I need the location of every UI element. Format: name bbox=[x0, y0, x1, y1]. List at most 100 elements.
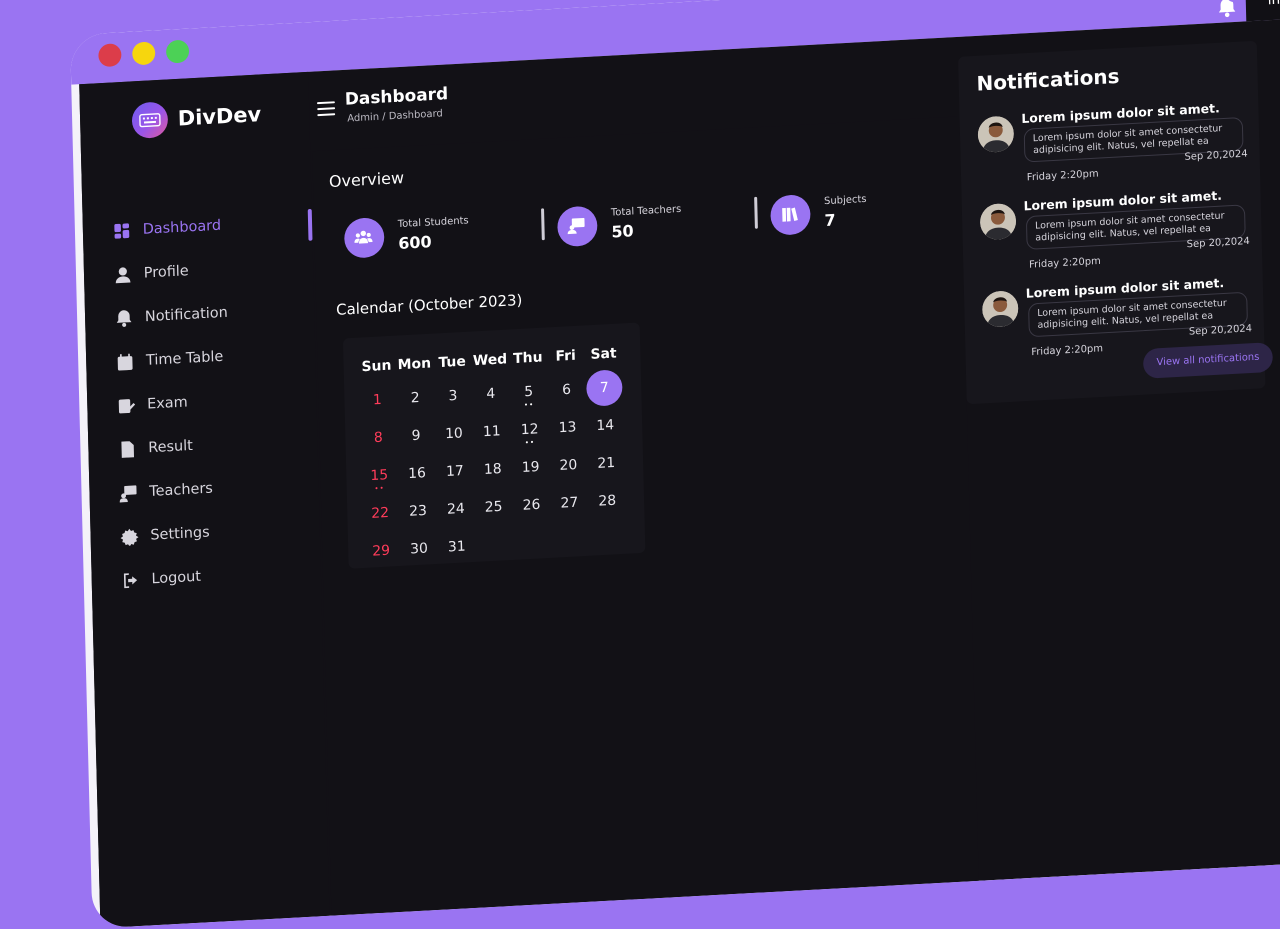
user-name[interactable]: ima bbox=[1268, 0, 1280, 8]
calendar-day-number: 9 bbox=[411, 427, 421, 445]
gear-icon bbox=[120, 528, 139, 547]
calendar-day[interactable]: 15 •• bbox=[361, 457, 398, 495]
calendar-day-number: 21 bbox=[597, 455, 616, 472]
calendar-day-header: Wed bbox=[472, 351, 508, 370]
stat-icon bbox=[343, 216, 385, 259]
keyboard-icon bbox=[139, 113, 161, 128]
notification-time: Friday 2:20pm bbox=[1026, 168, 1099, 184]
calendar-day-number: 25 bbox=[484, 498, 503, 516]
logout-icon bbox=[123, 573, 138, 589]
sidebar-item-label: Notification bbox=[144, 304, 228, 326]
calendar-day[interactable]: 10 bbox=[436, 415, 473, 453]
perspective-scene: DivDev Dashboard Profile Notification Time … bbox=[70, 0, 1280, 929]
calendar-day-number: 10 bbox=[444, 425, 464, 443]
stat-icon bbox=[770, 194, 811, 236]
calendar-day-number: 24 bbox=[446, 500, 465, 518]
sidebar-item-profile[interactable]: Profile bbox=[113, 247, 313, 293]
calendar-day[interactable]: 13 bbox=[549, 409, 586, 447]
calendar-day[interactable]: 23 bbox=[400, 493, 437, 531]
calendar-day[interactable]: 8 bbox=[360, 419, 397, 457]
stat-label: Total Students bbox=[397, 215, 469, 231]
calendar-day[interactable]: 16 bbox=[399, 455, 436, 493]
browser-window: DivDev Dashboard Profile Notification Time … bbox=[70, 0, 1280, 929]
calendar-day[interactable]: 1 bbox=[359, 381, 396, 419]
document-icon bbox=[121, 441, 135, 458]
logo-text: DivDev bbox=[177, 102, 262, 131]
calendar-day-number: 20 bbox=[559, 457, 578, 474]
event-dots-icon: •• bbox=[523, 400, 535, 410]
calendar-day[interactable]: 17 bbox=[437, 453, 474, 491]
sidebar-item-logout[interactable]: Logout bbox=[121, 552, 321, 598]
notification-item[interactable]: Lorem ipsum dolor sit amet. Lorem ipsum d… bbox=[979, 186, 1251, 282]
bell-icon[interactable] bbox=[1216, 0, 1238, 19]
calendar-day-header: Sat bbox=[590, 345, 617, 363]
avatar bbox=[979, 202, 1017, 241]
calendar-day[interactable]: 27 bbox=[551, 484, 588, 522]
sidebar-item-notification[interactable]: Notification bbox=[115, 290, 315, 336]
notification-date: Sep 20,2024 bbox=[1184, 148, 1248, 163]
calendar-day[interactable]: 14 bbox=[587, 407, 624, 445]
calendar-day-number: 23 bbox=[408, 502, 428, 520]
calendar-day[interactable]: 29 bbox=[363, 532, 400, 570]
maximize-window-button[interactable] bbox=[165, 39, 190, 64]
event-dots-icon: •• bbox=[374, 484, 385, 493]
calendar-day[interactable]: 21 bbox=[588, 445, 625, 483]
calendar-day-number: 8 bbox=[373, 429, 383, 447]
sidebar-item-teachers[interactable]: Teachers bbox=[119, 465, 319, 511]
calendar-day[interactable]: 28 bbox=[589, 482, 626, 520]
stat-value: 50 bbox=[611, 221, 634, 242]
stat-card-subjects: Subjects 7 bbox=[770, 181, 868, 246]
calendar-day[interactable]: 3 bbox=[435, 377, 472, 415]
calendar-day-number: 22 bbox=[371, 504, 390, 522]
calendar-day[interactable]: 30 bbox=[401, 530, 438, 568]
sidebar-item-time-table[interactable]: Time Table bbox=[116, 334, 316, 380]
calendar-day-number: 18 bbox=[483, 461, 502, 478]
calendar-day[interactable]: 5 •• bbox=[510, 373, 547, 411]
calendar-day-header: Sun bbox=[361, 357, 392, 376]
sidebar-item-label: Exam bbox=[146, 394, 188, 413]
stat-card-total-teachers: Total Teachers 50 bbox=[556, 191, 683, 257]
sidebar-item-dashboard[interactable]: Dashboard bbox=[112, 203, 312, 249]
notification-date: Sep 20,2024 bbox=[1188, 323, 1253, 338]
sidebar: DivDev Dashboard Profile Notification Time … bbox=[79, 71, 330, 929]
close-window-button[interactable] bbox=[98, 43, 122, 68]
calendar-day[interactable]: 22 bbox=[362, 495, 399, 533]
sidebar-item-label: Teachers bbox=[149, 480, 214, 500]
stat-value: 600 bbox=[398, 232, 432, 253]
calendar-day-number: 2 bbox=[410, 389, 420, 407]
calendar-day-number: 14 bbox=[596, 417, 615, 435]
calendar-day-number: 15 bbox=[370, 467, 389, 485]
calendar-day[interactable]: 24 bbox=[438, 490, 475, 528]
sidebar-item-exam[interactable]: Exam bbox=[117, 378, 317, 424]
logo: DivDev bbox=[131, 96, 262, 140]
calendar-icon bbox=[117, 353, 133, 371]
sidebar-item-result[interactable]: Result bbox=[118, 421, 318, 467]
calendar-day-number: 4 bbox=[486, 385, 496, 403]
calendar-day-header: Mon bbox=[397, 355, 432, 374]
calendar-day-number: 6 bbox=[561, 381, 572, 399]
sidebar-item-settings[interactable]: Settings bbox=[120, 509, 320, 555]
calendar-day[interactable]: 18 bbox=[474, 451, 511, 489]
breadcrumb: Admin / Dashboard bbox=[347, 108, 443, 125]
logo-mark-icon bbox=[131, 101, 169, 140]
calendar-day[interactable]: 9 bbox=[398, 417, 435, 455]
calendar-day[interactable]: 4 bbox=[472, 375, 509, 413]
calendar-day[interactable]: 25 bbox=[475, 488, 512, 526]
calendar-day-number: 28 bbox=[598, 492, 617, 510]
calendar-day[interactable]: 26 bbox=[513, 486, 550, 524]
minimize-window-button[interactable] bbox=[132, 41, 156, 66]
notification-item[interactable]: Lorem ipsum dolor sit amet. Lorem ipsum d… bbox=[977, 99, 1248, 195]
calendar-day[interactable]: 11 bbox=[473, 413, 510, 451]
calendar-day-number: 17 bbox=[445, 463, 464, 481]
hamburger-menu-icon[interactable] bbox=[317, 100, 336, 117]
calendar-day-number: 19 bbox=[521, 459, 540, 476]
calendar-day[interactable]: 31 bbox=[438, 528, 475, 566]
calendar-day[interactable]: 2 bbox=[397, 379, 434, 417]
calendar-day[interactable]: 12 •• bbox=[511, 411, 548, 449]
sidebar-item-label: Profile bbox=[143, 263, 189, 282]
bell-icon bbox=[116, 310, 132, 327]
calendar-day[interactable]: 6 bbox=[548, 371, 585, 409]
calendar-day[interactable]: 19 bbox=[512, 449, 549, 487]
sidebar-item-label: Logout bbox=[151, 568, 202, 588]
calendar-day[interactable]: 20 bbox=[550, 447, 587, 485]
